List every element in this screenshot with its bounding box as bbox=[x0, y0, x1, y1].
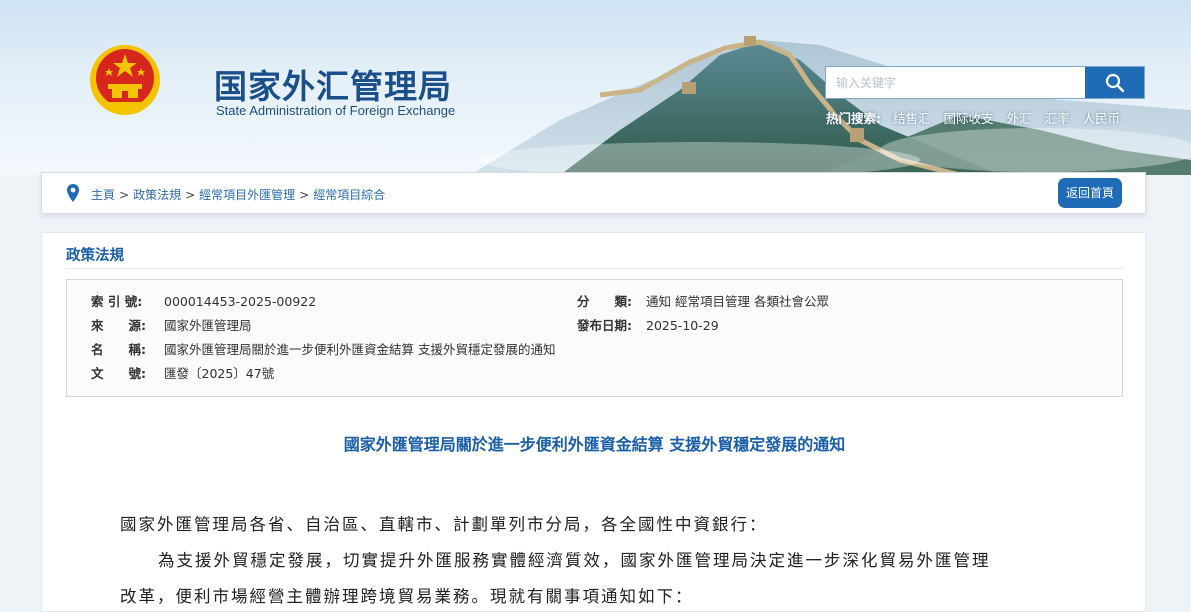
meta-label-category: 分 類: bbox=[577, 294, 632, 309]
breadcrumb-bar: 主頁 > 政策法規 > 經常項目外匯管理 > 經常項目綜合 返回首頁 bbox=[41, 172, 1146, 214]
document-paragraph-line: 改革，便利市場經營主體辦理跨境貿易業務。現就有關事項通知如下： bbox=[120, 587, 694, 606]
section-title: 政策法規 bbox=[66, 248, 124, 264]
breadcrumb-item-current-account-general[interactable]: 經常項目綜合 bbox=[313, 188, 385, 202]
section-divider bbox=[66, 268, 1123, 269]
hot-search-link[interactable]: 汇率 bbox=[1044, 111, 1069, 126]
back-to-home-button[interactable]: 返回首頁 bbox=[1058, 178, 1122, 208]
breadcrumb-item-current-account-management[interactable]: 經常項目外匯管理 bbox=[199, 188, 295, 202]
meta-value-index: 000014453-2025-00922 bbox=[164, 294, 317, 309]
breadcrumb-separator: > bbox=[119, 188, 130, 202]
hot-search-link[interactable]: 人民币 bbox=[1082, 111, 1120, 126]
meta-value-name: 國家外匯管理局關於進一步便利外匯資金結算 支援外貿穩定發展的通知 bbox=[164, 342, 556, 357]
document-metadata-box: 索 引 號: 000014453-2025-00922 分 類: 通知 經常項目… bbox=[66, 279, 1123, 397]
search-input[interactable] bbox=[826, 67, 1085, 98]
meta-value-publish-date: 2025-10-29 bbox=[646, 318, 719, 333]
breadcrumb-item-policy[interactable]: 政策法規 bbox=[133, 188, 181, 202]
meta-label-publish-date: 發布日期: bbox=[577, 318, 632, 333]
site-title: 国家外汇管理局 bbox=[214, 67, 452, 106]
search-icon bbox=[1105, 73, 1124, 92]
national-emblem-logo bbox=[90, 45, 160, 115]
document-title: 國家外匯管理局關於進一步便利外匯資金結算 支援外貿穩定發展的通知 bbox=[343, 435, 846, 454]
hot-search-link[interactable]: 外汇 bbox=[1006, 111, 1031, 126]
meta-label-doc-number: 文 號: bbox=[91, 366, 146, 381]
search-button[interactable] bbox=[1085, 67, 1144, 98]
hot-search-link[interactable]: 国际收支 bbox=[943, 111, 993, 126]
document-paragraph-line: 為支援外貿穩定發展，切實提升外匯服務實體經濟質效，國家外匯管理局決定進一步深化貿… bbox=[158, 551, 991, 570]
site-subtitle-english: State Administration of Foreign Exchange bbox=[216, 103, 456, 118]
search-box bbox=[825, 66, 1145, 99]
meta-value-source: 國家外匯管理局 bbox=[164, 318, 252, 333]
meta-label-source: 來 源: bbox=[91, 318, 146, 333]
hot-search-label: 热门搜索: bbox=[826, 111, 881, 126]
location-pin-icon bbox=[67, 184, 79, 202]
breadcrumb: 主頁 > 政策法規 > 經常項目外匯管理 > 經常項目綜合 bbox=[91, 186, 385, 203]
breadcrumb-separator: > bbox=[299, 188, 310, 202]
content-panel: 政策法規 索 引 號: 000014453-2025-00922 分 類: 通知… bbox=[41, 232, 1146, 612]
site-header: 国家外汇管理局 State Administration of Foreign … bbox=[0, 0, 1191, 175]
meta-value-doc-number: 匯發〔2025〕47號 bbox=[164, 366, 275, 381]
hot-search-bar: 热门搜索: 结售汇 国际收支 外汇 汇率 人民币 bbox=[826, 108, 1129, 127]
document-salutation: 國家外匯管理局各省、自治區、直轄市、計劃單列市分局，各全國性中資銀行： bbox=[120, 515, 768, 534]
meta-label-index: 索 引 號: bbox=[91, 294, 143, 309]
breadcrumb-separator: > bbox=[185, 188, 196, 202]
meta-label-name: 名 稱: bbox=[91, 342, 146, 357]
breadcrumb-item-home[interactable]: 主頁 bbox=[91, 188, 115, 202]
meta-value-category: 通知 經常項目管理 各類社會公眾 bbox=[646, 294, 829, 309]
hot-search-link[interactable]: 结售汇 bbox=[893, 111, 931, 126]
